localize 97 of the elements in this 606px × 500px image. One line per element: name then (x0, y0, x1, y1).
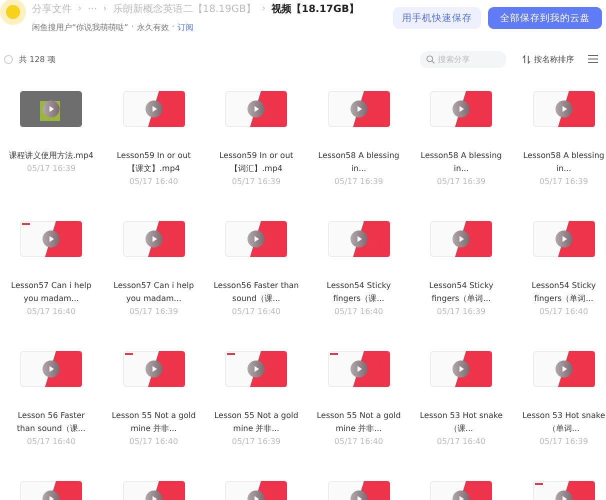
video-thumbnail[interactable] (532, 91, 595, 127)
file-date: 05/17 16:39 (539, 437, 588, 446)
avatar-icon (0, 0, 26, 25)
separator-dot: · (172, 22, 174, 33)
file-date: 05/17 16:39 (334, 177, 384, 186)
search-icon (426, 54, 435, 64)
file-name[interactable]: Lesson 55 Not a gold mine 并非... (110, 409, 197, 435)
video-thumbnail[interactable] (122, 221, 185, 257)
video-thumbnail[interactable] (20, 221, 82, 257)
breadcrumb-item[interactable]: 视频【18.17GB】 (272, 2, 360, 16)
file-date: 05/17 16:40 (334, 307, 384, 316)
file-name[interactable]: Lesson54 Sticky fingers（单词... (520, 279, 606, 305)
video-thumbnail[interactable] (328, 91, 390, 127)
file-name[interactable]: Lesson59 In or out【课文】.mp4 (110, 149, 197, 175)
chevron-icon: › (262, 4, 266, 14)
save-button[interactable]: 用手机快速保存 (393, 7, 481, 29)
play-icon[interactable] (145, 230, 162, 248)
file-name[interactable]: Lesson56 Faster than sound（课... (213, 279, 300, 305)
video-thumbnail[interactable] (122, 351, 185, 387)
chevron-icon: › (103, 4, 107, 14)
video-thumbnail[interactable] (20, 91, 82, 127)
play-icon[interactable] (555, 230, 572, 248)
file-date: 05/17 16:39 (232, 177, 281, 186)
file-name[interactable]: Lesson 55 Not a gold mine 并非... (316, 409, 402, 435)
file-name[interactable]: Lesson57 Can i help you madam... (110, 279, 197, 305)
search-field[interactable]: 搜索分享 (420, 50, 506, 68)
video-thumbnail[interactable] (225, 351, 288, 387)
chevron-icon: › (78, 4, 82, 14)
video-thumbnail[interactable] (122, 91, 185, 127)
file-date: 05/17 16:40 (436, 437, 486, 446)
play-icon[interactable] (42, 360, 60, 378)
file-date: 05/17 16:40 (129, 437, 178, 446)
file-name[interactable]: Lesson58 A blessing in... (418, 149, 504, 175)
sort-button[interactable]: 按名称排序 (522, 54, 574, 64)
video-thumbnail[interactable] (430, 351, 492, 387)
select-all-radio[interactable] (4, 54, 13, 64)
play-icon[interactable] (350, 490, 368, 500)
file-date: 05/17 16:39 (26, 164, 76, 173)
video-thumbnail[interactable] (532, 221, 595, 257)
play-icon[interactable] (145, 490, 162, 500)
play-icon[interactable] (555, 490, 572, 500)
file-date: 05/17 16:39 (232, 437, 281, 446)
play-icon[interactable] (248, 490, 265, 500)
video-thumbnail[interactable] (20, 351, 82, 387)
play-icon[interactable] (248, 100, 265, 118)
save-button[interactable]: 全部保存到我的云盘 (488, 7, 602, 29)
play-icon[interactable] (350, 100, 368, 118)
file-name[interactable]: Lesson57 Can i help you madam... (8, 279, 94, 305)
video-thumbnail[interactable] (328, 221, 390, 257)
sort-icon (522, 54, 531, 64)
play-icon[interactable] (452, 360, 470, 378)
menu-icon[interactable] (588, 55, 598, 63)
file-date: 05/17 16:40 (26, 307, 76, 316)
file-date: 05/17 16:39 (436, 307, 486, 316)
file-name[interactable]: Lesson 55 Not a gold mine 并非... (213, 409, 300, 435)
play-icon[interactable] (452, 100, 470, 118)
file-name[interactable]: Lesson58 A blessing in... (316, 149, 402, 175)
play-icon[interactable] (452, 230, 470, 248)
play-icon[interactable] (350, 360, 368, 378)
share-info-text: 永久有效 (136, 22, 169, 33)
file-name[interactable]: Lesson58 A blessing in... (520, 149, 606, 175)
play-icon[interactable] (42, 490, 60, 500)
play-icon[interactable] (452, 490, 470, 500)
file-date: 05/17 16:40 (334, 437, 384, 446)
play-icon[interactable] (248, 360, 265, 378)
subscribe-link[interactable]: 订阅 (177, 22, 194, 33)
file-name[interactable]: Lesson54 Sticky fingers（单词... (418, 279, 504, 305)
file-date: 05/17 16:39 (436, 177, 486, 186)
file-name[interactable]: Lesson 56 Faster than sound（课... (8, 409, 94, 435)
video-thumbnail[interactable] (328, 351, 390, 387)
video-thumbnail[interactable] (430, 91, 492, 127)
item-count: 共 128 项 (19, 54, 56, 64)
file-date: 05/17 16:39 (129, 307, 178, 316)
file-date: 05/17 16:40 (129, 177, 178, 186)
play-icon[interactable] (555, 360, 572, 378)
file-name[interactable]: Lesson 53 Hot snake（单词... (520, 409, 606, 435)
separator-dot: · (131, 22, 134, 33)
play-icon[interactable] (145, 360, 162, 378)
play-icon[interactable] (248, 230, 265, 248)
play-icon[interactable] (145, 100, 162, 118)
file-date: 05/17 16:39 (539, 177, 588, 186)
file-name[interactable]: Lesson 53 Hot snake（课... (418, 409, 504, 435)
file-name[interactable]: Lesson59 In or out【词汇】.mp4 (213, 149, 300, 175)
play-icon[interactable] (350, 230, 368, 248)
video-thumbnail[interactable] (430, 221, 492, 257)
video-thumbnail[interactable] (225, 91, 288, 127)
file-date: 05/17 16:40 (26, 437, 76, 446)
file-name[interactable]: 课程讲义使用方法.mp4 (8, 149, 94, 162)
file-name[interactable]: Lesson54 Sticky fingers（课... (316, 279, 402, 305)
play-icon[interactable] (42, 230, 60, 248)
share-info-text: 闲鱼搜用户“你说我萌萌哒” (32, 22, 128, 33)
file-date: 05/17 16:40 (539, 307, 588, 316)
play-icon[interactable] (555, 100, 572, 118)
play-icon[interactable] (42, 100, 60, 118)
video-thumbnail[interactable] (532, 351, 595, 387)
file-date: 05/17 16:40 (232, 307, 281, 316)
video-thumbnail[interactable] (225, 221, 288, 257)
